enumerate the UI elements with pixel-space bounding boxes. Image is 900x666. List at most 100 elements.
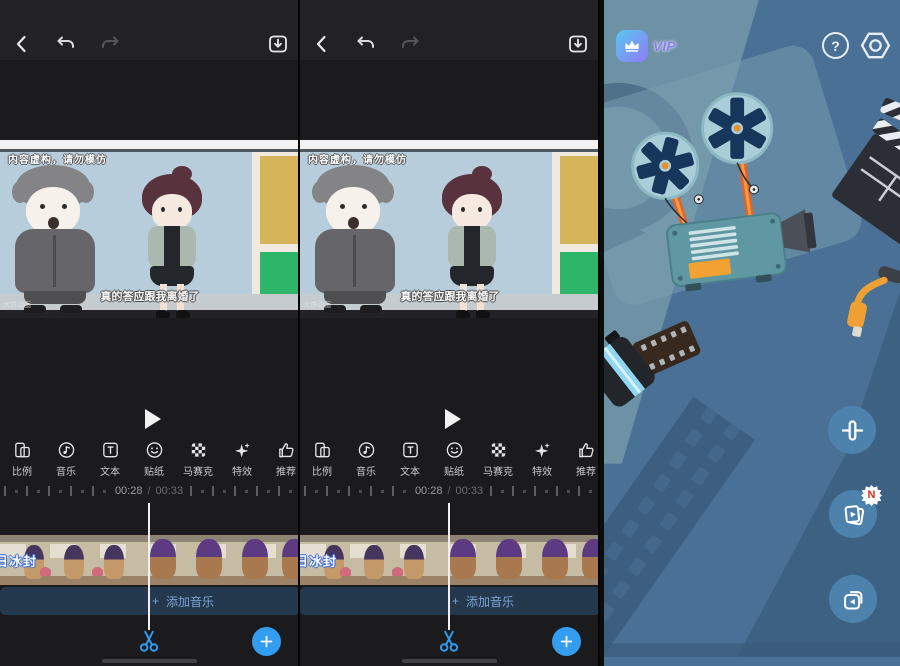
music-icon bbox=[356, 440, 377, 460]
thumbnail-figure bbox=[150, 539, 176, 579]
thumbnail-figure bbox=[450, 539, 476, 579]
recommend-thumb-icon bbox=[276, 440, 297, 460]
video-track[interactable]: 日冰封 bbox=[0, 535, 300, 585]
timeline-ticks-left bbox=[304, 486, 408, 496]
projector-illustration bbox=[604, 0, 900, 657]
play-triangle-icon bbox=[145, 409, 161, 429]
tool-music[interactable]: 音乐 bbox=[44, 440, 88, 478]
editor-panel-duplicate: 内容虚构，请勿模仿 真的答应跟我离婚了 大饼动画 比例 音乐 bbox=[300, 0, 600, 666]
redo-arrow-icon bbox=[98, 32, 122, 56]
text-icon bbox=[400, 440, 421, 460]
adjust-button[interactable] bbox=[828, 406, 876, 454]
redo-button[interactable] bbox=[98, 32, 122, 56]
thumbnail-cake bbox=[40, 567, 51, 576]
scene-yellow-board bbox=[260, 156, 300, 244]
help-button[interactable]: ? bbox=[822, 32, 849, 59]
thumbnail-cake bbox=[392, 567, 403, 576]
plus-icon bbox=[558, 633, 575, 650]
playhead[interactable] bbox=[148, 503, 150, 630]
thumbnail-figure bbox=[64, 545, 84, 579]
tool-recommend[interactable]: 推荐 bbox=[564, 440, 600, 478]
adjust-icon bbox=[839, 417, 866, 444]
tool-effects[interactable]: 特效 bbox=[520, 440, 564, 478]
add-music-button[interactable]: + 添加音乐 bbox=[0, 587, 300, 615]
playhead[interactable] bbox=[448, 503, 450, 630]
tool-mosaic[interactable]: 马赛克 bbox=[176, 440, 220, 478]
effects-icon bbox=[232, 440, 253, 460]
editing-toolbar: 比例 音乐 文本 贴纸 马赛克 特效 bbox=[300, 440, 598, 478]
redo-arrow-icon bbox=[398, 32, 422, 56]
add-clip-button[interactable] bbox=[552, 627, 581, 656]
editor-topbar bbox=[0, 0, 298, 60]
play-button[interactable] bbox=[438, 404, 464, 430]
home-indicator bbox=[402, 659, 497, 663]
export-button[interactable] bbox=[266, 32, 290, 56]
add-music-button[interactable]: + 添加音乐 bbox=[300, 587, 600, 615]
split-button[interactable] bbox=[435, 628, 463, 654]
play-triangle-icon bbox=[445, 409, 461, 429]
video-templates-icon bbox=[840, 501, 867, 528]
thumbnail-figure bbox=[104, 545, 124, 579]
thumbnail-figure bbox=[196, 539, 222, 579]
disclaimer-text: 内容虚构，请勿模仿 bbox=[308, 151, 407, 166]
text-icon bbox=[100, 440, 121, 460]
thumbnail-figure bbox=[282, 539, 300, 579]
tool-text[interactable]: 文本 bbox=[88, 440, 132, 478]
plus-glyph: + bbox=[152, 594, 159, 608]
export-download-icon bbox=[266, 32, 290, 56]
video-watermark: 大饼动画 bbox=[3, 300, 31, 310]
home-panel: VIP ? N bbox=[600, 0, 900, 666]
ratio-icon bbox=[12, 440, 33, 460]
clip-title-overlay: 日冰封 bbox=[300, 551, 337, 570]
templates-button[interactable]: N bbox=[829, 490, 877, 538]
album-button[interactable] bbox=[829, 575, 877, 623]
settings-button[interactable] bbox=[860, 30, 891, 61]
tool-sticker[interactable]: 贴纸 bbox=[132, 440, 176, 478]
play-button[interactable] bbox=[138, 404, 164, 430]
video-preview[interactable]: 内容虚构，请勿模仿 真的答应跟我离婚了 大饼动画 bbox=[0, 140, 300, 318]
back-button[interactable] bbox=[10, 32, 34, 56]
timeline-ticks-left bbox=[4, 486, 108, 496]
undo-button[interactable] bbox=[354, 32, 378, 56]
total-time: 00:33 bbox=[456, 485, 484, 497]
tool-ratio[interactable]: 比例 bbox=[0, 440, 44, 478]
gear-icon bbox=[860, 30, 891, 61]
add-clip-button[interactable] bbox=[252, 627, 281, 656]
video-preview[interactable]: 内容虚构，请勿模仿 真的答应跟我离婚了 大饼动画 bbox=[300, 140, 600, 318]
tool-ratio[interactable]: 比例 bbox=[300, 440, 344, 478]
timeline-ruler: 00:28 / 00:33 bbox=[300, 478, 598, 504]
timeline-ticks-right bbox=[490, 486, 594, 496]
editing-toolbar: 比例 音乐 文本 贴纸 马赛克 特效 bbox=[0, 440, 298, 478]
back-button[interactable] bbox=[310, 32, 334, 56]
effects-icon bbox=[532, 440, 553, 460]
video-watermark: 大饼动画 bbox=[303, 300, 331, 310]
timeline-ticks-right bbox=[190, 486, 294, 496]
thumbnail-cake bbox=[92, 567, 103, 576]
thumbnail-figure bbox=[542, 539, 568, 579]
tool-music[interactable]: 音乐 bbox=[344, 440, 388, 478]
tool-recommend[interactable]: 推荐 bbox=[264, 440, 300, 478]
tool-effects[interactable]: 特效 bbox=[220, 440, 264, 478]
tool-sticker[interactable]: 贴纸 bbox=[432, 440, 476, 478]
undo-button[interactable] bbox=[54, 32, 78, 56]
scene-yellow-board bbox=[560, 156, 600, 244]
split-button[interactable] bbox=[135, 628, 163, 654]
editor-topbar bbox=[300, 0, 598, 60]
vip-badge[interactable]: VIP bbox=[616, 30, 676, 62]
recommend-thumb-icon bbox=[576, 440, 597, 460]
redo-button[interactable] bbox=[398, 32, 422, 56]
home-indicator bbox=[102, 659, 197, 663]
tool-text[interactable]: 文本 bbox=[388, 440, 432, 478]
mosaic-icon bbox=[188, 440, 209, 460]
crown-icon bbox=[616, 30, 648, 62]
subtitle-text: 真的答应跟我离婚了 bbox=[0, 288, 300, 304]
total-time: 00:33 bbox=[156, 485, 184, 497]
album-reverse-icon bbox=[840, 586, 867, 613]
video-track[interactable]: 日冰封 bbox=[300, 535, 600, 585]
export-button[interactable] bbox=[566, 32, 590, 56]
plus-icon bbox=[258, 633, 275, 650]
chevron-left-icon bbox=[10, 32, 34, 56]
thumbnail-figure bbox=[364, 545, 384, 579]
tool-mosaic[interactable]: 马赛克 bbox=[476, 440, 520, 478]
subtitle-text: 真的答应跟我离婚了 bbox=[300, 288, 600, 304]
